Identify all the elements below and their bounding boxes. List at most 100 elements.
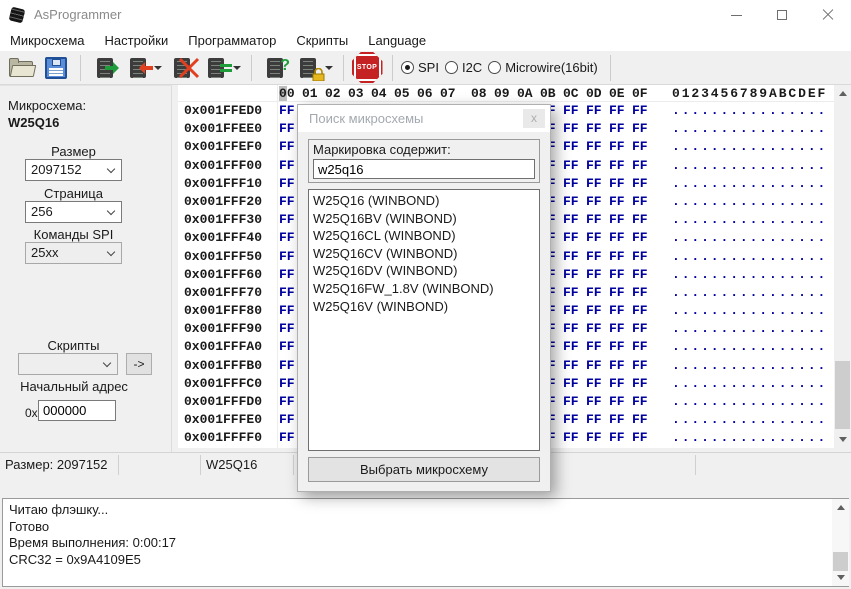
hex-byte-cell[interactable]: FF [562, 284, 585, 302]
verify-options-caret[interactable] [233, 65, 241, 70]
hex-byte-cell[interactable]: FF [585, 138, 608, 156]
radio-option-microwire16bit[interactable]: Microwire(16bit) [488, 60, 598, 75]
hex-byte-cell[interactable]: FF [585, 429, 608, 447]
hex-ascii-cell[interactable]: ................ [672, 302, 827, 320]
hex-byte-cell[interactable]: FF [562, 138, 585, 156]
radio-option-i2c[interactable]: I2C [444, 60, 482, 75]
hex-byte-cell[interactable]: FF [608, 175, 631, 193]
hex-byte-cell[interactable]: FF [608, 375, 631, 393]
identify-chip-button[interactable]: ? [258, 53, 290, 83]
hex-byte-cell[interactable]: FF [585, 229, 608, 247]
size-combobox[interactable]: 2097152 [25, 159, 122, 181]
hex-byte-cell[interactable]: FF [562, 429, 585, 447]
menu-item[interactable]: Language [358, 30, 436, 51]
dialog-close-button[interactable]: x [523, 109, 545, 128]
hex-byte-cell[interactable]: FF [631, 338, 654, 356]
hex-byte-cell[interactable]: FF [585, 284, 608, 302]
chip-list-item[interactable]: W25Q16 (WINBOND) [309, 192, 539, 210]
hex-byte-cell[interactable]: FF [562, 357, 585, 375]
hex-byte-cell[interactable]: FF [585, 411, 608, 429]
hex-byte-cell[interactable]: FF [562, 302, 585, 320]
hex-byte-cell[interactable]: FF [562, 175, 585, 193]
chip-list-item[interactable]: W25Q16CV (WINBOND) [309, 245, 539, 263]
menu-item[interactable]: Скрипты [286, 30, 358, 51]
chip-list-item[interactable]: W25Q16V (WINBOND) [309, 298, 539, 316]
hex-byte-cell[interactable]: FF [562, 320, 585, 338]
hex-byte-cell[interactable]: FF [585, 302, 608, 320]
stop-button[interactable]: STOP [350, 52, 384, 83]
hex-ascii-cell[interactable]: ................ [672, 393, 827, 411]
hex-ascii-cell[interactable]: ................ [672, 429, 827, 447]
hex-byte-cell[interactable]: FF [585, 357, 608, 375]
hex-byte-cell[interactable]: FF [631, 229, 654, 247]
open-file-button[interactable] [6, 53, 38, 83]
page-combobox[interactable]: 256 [25, 201, 122, 223]
scroll-up-button[interactable] [832, 499, 849, 516]
hex-byte-cell[interactable]: FF [562, 375, 585, 393]
hex-byte-cell[interactable]: FF [608, 411, 631, 429]
hex-byte-cell[interactable]: FF [631, 248, 654, 266]
hex-byte-cell[interactable]: FF [631, 357, 654, 375]
select-chip-button[interactable]: Выбрать микросхему [308, 457, 540, 482]
hex-byte-cell[interactable]: FF [585, 175, 608, 193]
hex-ascii-cell[interactable]: ................ [672, 157, 827, 175]
hex-ascii-cell[interactable]: ................ [672, 193, 827, 211]
chip-list-item[interactable]: W25Q16DV (WINBOND) [309, 262, 539, 280]
hex-byte-cell[interactable]: FF [631, 211, 654, 229]
read-options-caret[interactable] [154, 65, 162, 70]
scroll-up-button[interactable] [834, 85, 851, 102]
menu-item[interactable]: Настройки [95, 30, 179, 51]
verify-chip-button[interactable] [200, 53, 232, 83]
write-chip-button[interactable] [87, 53, 119, 83]
hex-byte-cell[interactable]: FF [608, 429, 631, 447]
hex-byte-cell[interactable]: FF [562, 393, 585, 411]
hex-byte-cell[interactable]: FF [631, 120, 654, 138]
minimize-button[interactable] [713, 0, 759, 30]
hex-byte-cell[interactable]: FF [562, 211, 585, 229]
hex-byte-cell[interactable]: FF [585, 120, 608, 138]
maximize-button[interactable] [759, 0, 805, 30]
hex-ascii-cell[interactable]: ................ [672, 266, 827, 284]
hex-byte-cell[interactable]: FF [585, 320, 608, 338]
hex-byte-cell[interactable]: FF [608, 193, 631, 211]
log-scrollbar[interactable] [832, 499, 849, 586]
erase-chip-button[interactable] [166, 53, 200, 83]
hex-scrollbar[interactable] [834, 85, 851, 448]
hex-byte-cell[interactable]: FF [585, 393, 608, 411]
filter-input[interactable] [313, 159, 535, 179]
scripts-combobox[interactable] [18, 353, 118, 375]
read-chip-button[interactable] [121, 53, 153, 83]
hex-byte-cell[interactable]: FF [608, 248, 631, 266]
hex-byte-cell[interactable]: FF [631, 138, 654, 156]
hex-byte-cell[interactable]: FF [608, 120, 631, 138]
hex-byte-cell[interactable]: FF [631, 157, 654, 175]
hex-ascii-cell[interactable]: ................ [672, 338, 827, 356]
hex-byte-cell[interactable]: FF [562, 266, 585, 284]
hex-byte-cell[interactable]: FF [562, 102, 585, 120]
hex-byte-cell[interactable]: FF [562, 120, 585, 138]
hex-ascii-cell[interactable]: ................ [672, 411, 827, 429]
chip-list-item[interactable]: W25Q16FW_1.8V (WINBOND) [309, 280, 539, 298]
hex-byte-cell[interactable]: FF [608, 211, 631, 229]
hex-ascii-cell[interactable]: ................ [672, 211, 827, 229]
hex-byte-cell[interactable]: FF [608, 229, 631, 247]
hex-byte-cell[interactable]: FF [608, 338, 631, 356]
hex-ascii-cell[interactable]: ................ [672, 284, 827, 302]
menu-item[interactable]: Микросхема [0, 30, 95, 51]
chip-list[interactable]: W25Q16 (WINBOND) W25Q16BV (WINBOND) W25Q16… [308, 189, 540, 451]
hex-byte-cell[interactable]: FF [585, 338, 608, 356]
hex-byte-cell[interactable]: FF [585, 102, 608, 120]
hex-byte-cell[interactable]: FF [631, 429, 654, 447]
scroll-down-button[interactable] [834, 431, 851, 448]
hex-byte-cell[interactable]: FF [608, 138, 631, 156]
hex-byte-cell[interactable]: FF [608, 284, 631, 302]
hex-ascii-cell[interactable]: ................ [672, 229, 827, 247]
unlock-options-caret[interactable] [325, 65, 333, 70]
hex-ascii-cell[interactable]: ................ [672, 375, 827, 393]
hex-byte-cell[interactable]: FF [631, 193, 654, 211]
hex-byte-cell[interactable]: FF [562, 411, 585, 429]
hex-byte-cell[interactable]: FF [631, 266, 654, 284]
hex-byte-cell[interactable]: FF [631, 302, 654, 320]
hex-byte-cell[interactable]: FF [608, 266, 631, 284]
hex-byte-cell[interactable]: FF [562, 193, 585, 211]
